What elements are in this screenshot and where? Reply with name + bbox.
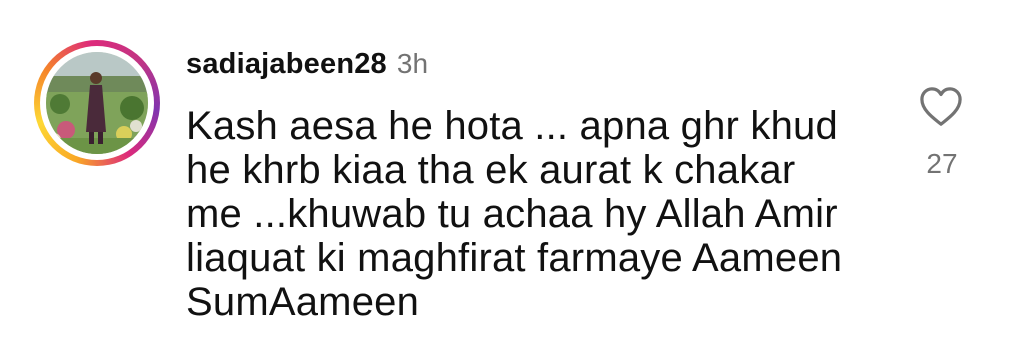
- comment-row: sadiajabeen28 3h Kash aesa he hota ... a…: [0, 0, 1024, 338]
- username-link[interactable]: sadiajabeen28: [186, 48, 387, 81]
- comment-text-line: liaquat ki maghfirat farmaye Aameen: [186, 236, 843, 280]
- comment-text-line: SumAameen: [186, 280, 420, 324]
- like-area: 27: [912, 86, 976, 186]
- comment-text-line: he khrb kiaa tha ek aurat k chakar: [186, 148, 796, 192]
- comment-text-line: me ...khuwab tu achaa hy Allah Amir: [186, 192, 838, 236]
- like-count: 27: [926, 148, 958, 179]
- comment-header: sadiajabeen28 3h: [186, 48, 428, 88]
- avatar-photo: [46, 52, 148, 154]
- avatar-story-ring[interactable]: [34, 40, 160, 166]
- heart-icon[interactable]: [918, 86, 964, 128]
- avatar[interactable]: [46, 52, 148, 154]
- comment-text: Kash aesa he hota ... apna ghr khud he k…: [186, 104, 886, 324]
- comment-timestamp: 3h: [396, 48, 429, 79]
- comment-text-line: Kash aesa he hota ... apna ghr khud: [186, 104, 838, 148]
